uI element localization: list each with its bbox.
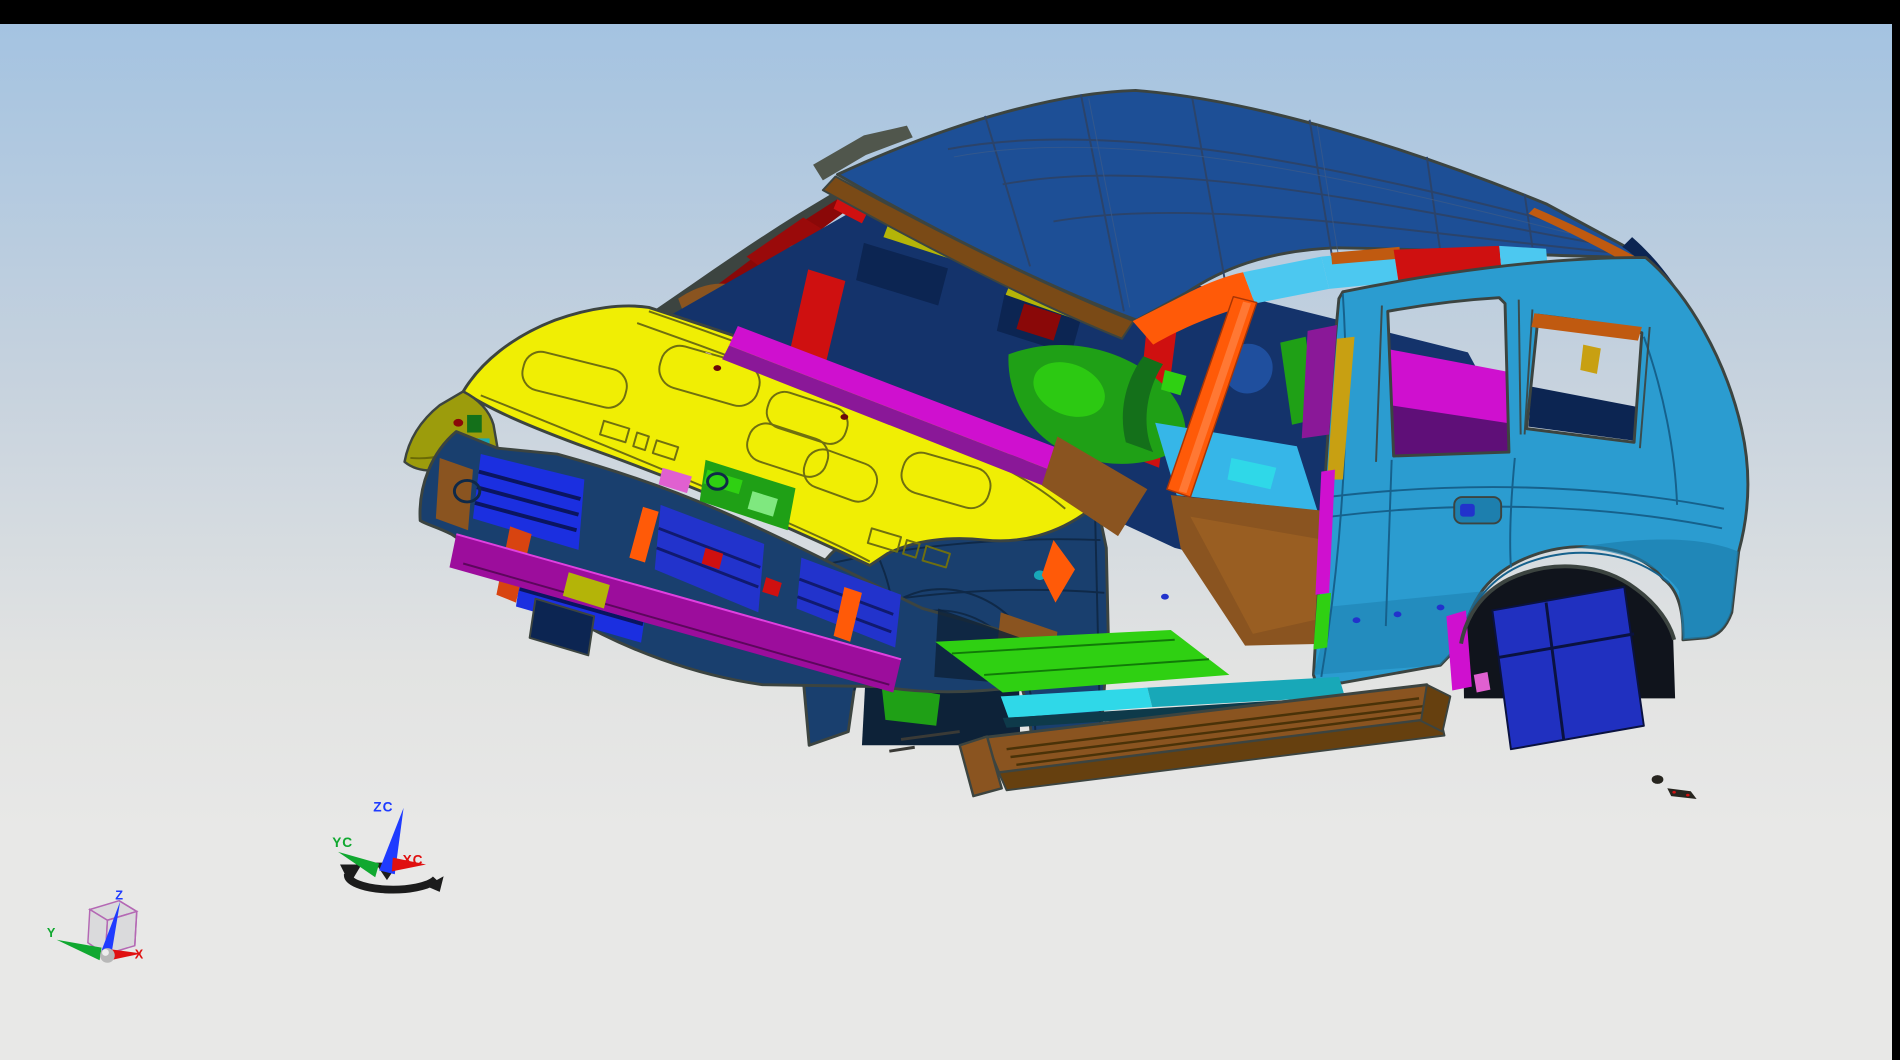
car-body-model[interactable] xyxy=(405,90,1748,799)
window-right-bar xyxy=(1892,0,1900,1060)
window-top-bar xyxy=(0,0,1900,24)
loose-parts[interactable] xyxy=(1652,775,1697,799)
datum-x-label: X xyxy=(135,947,144,961)
wcs-triad[interactable]: ZC YC XC xyxy=(332,800,443,892)
datum-csys[interactable]: Z Y X xyxy=(47,889,144,963)
wcs-x-label: XC xyxy=(403,853,424,868)
wcs-z-label: ZC xyxy=(373,800,393,815)
graphics-canvas[interactable]: ZC YC XC Z Y X xyxy=(0,24,1892,1060)
datum-z-label: Z xyxy=(115,889,123,903)
viewport-3d[interactable]: ZC YC XC Z Y X xyxy=(0,24,1892,1060)
wcs-y-label: YC xyxy=(332,835,353,850)
cad-application-window: ZC YC XC Z Y X xyxy=(0,0,1900,1060)
datum-y-label: Y xyxy=(47,926,56,940)
